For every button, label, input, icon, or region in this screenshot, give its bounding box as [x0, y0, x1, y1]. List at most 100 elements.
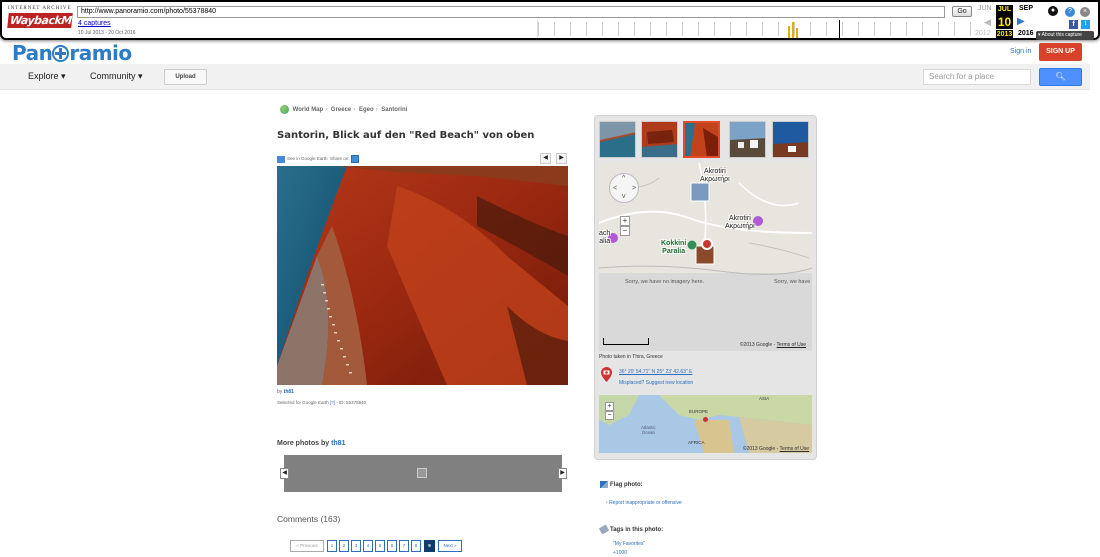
- sparkline-capture[interactable]: [792, 22, 794, 38]
- signin-link[interactable]: Sign in: [1010, 48, 1031, 55]
- more-photos-author-link[interactable]: th81: [331, 440, 345, 447]
- next-month[interactable]: SEP: [1019, 5, 1033, 12]
- search-button[interactable]: 🔍︎: [1039, 68, 1082, 86]
- sparkline-tick: [618, 22, 619, 36]
- map-no-imagery-2: Sorry, we have: [774, 279, 811, 285]
- nearby-thumb[interactable]: [599, 121, 636, 158]
- main-photo[interactable]: [277, 166, 568, 385]
- sparkline-capture[interactable]: [796, 28, 798, 38]
- more-photos-title: More photos by th81: [277, 440, 345, 447]
- breadcrumb-greece[interactable]: Greece: [331, 107, 351, 113]
- photo-id: - ID: 55378840: [335, 400, 367, 405]
- sparkline-tick: [858, 22, 859, 36]
- strip-prev-button[interactable]: ◀: [280, 468, 289, 479]
- about-capture-button[interactable]: ▾ About this capture: [1036, 31, 1094, 40]
- misplaced-link[interactable]: Misplaced? Suggest new location: [619, 380, 693, 386]
- map-zoom-out-button[interactable]: −: [620, 226, 630, 236]
- prev-year[interactable]: 2012: [975, 30, 991, 37]
- current-month: JUL: [996, 5, 1013, 15]
- pager-page[interactable]: 4: [363, 540, 373, 552]
- twitter-icon[interactable]: t: [1081, 20, 1090, 29]
- about-capture-label: About this capture: [1041, 32, 1082, 38]
- prev-month[interactable]: JUN: [978, 5, 992, 12]
- strip-next-button[interactable]: ▶: [558, 468, 567, 479]
- sparkline-tick: [666, 22, 667, 36]
- world-map[interactable]: + − ASIA EUROPE Atlantic Ocean AFRICA ©2…: [599, 395, 812, 453]
- side-panel: ^ < > v + − Akrotiri Ακρωτήρι Akrotiri Α…: [594, 115, 817, 460]
- sparkline-tick: [762, 22, 763, 36]
- tag-link[interactable]: "My Favorites": [613, 541, 645, 547]
- capture-sparkline[interactable]: [537, 20, 971, 38]
- pager-current-page: 9: [424, 540, 435, 552]
- pager-page[interactable]: 6: [387, 540, 397, 552]
- next-photo-button[interactable]: ▶: [556, 153, 567, 164]
- upload-button[interactable]: Upload: [164, 69, 207, 85]
- sparkline-tick: [714, 22, 715, 36]
- pager-page[interactable]: 8: [411, 540, 421, 552]
- world-map-zoom-in-button[interactable]: +: [605, 402, 614, 411]
- author-link[interactable]: th81: [284, 389, 294, 395]
- map-photo-pin-icon[interactable]: [701, 238, 713, 250]
- pager-page[interactable]: 3: [351, 540, 361, 552]
- nearby-thumb[interactable]: [641, 121, 678, 158]
- nav-explore[interactable]: Explore ▾: [28, 71, 66, 82]
- map-label-akrotiri: Akrotiri Ακρωτήρι: [700, 168, 730, 183]
- pager-page[interactable]: 2: [339, 540, 349, 552]
- pan-right-icon[interactable]: >: [632, 185, 636, 192]
- pan-left-icon[interactable]: <: [613, 185, 617, 192]
- sparkline-tick: [602, 22, 603, 36]
- map-label-kokkini: Kokkini Paralia: [661, 240, 687, 255]
- world-map-zoom-out-button[interactable]: −: [605, 411, 614, 420]
- map-pan-control[interactable]: ^ < > v: [609, 173, 639, 203]
- captures-link[interactable]: 4 captures: [78, 20, 111, 27]
- breadcrumb-santorini[interactable]: Santorini: [381, 107, 407, 113]
- sparkline-capture[interactable]: [788, 26, 790, 38]
- search-input[interactable]: Search for a place: [923, 69, 1031, 85]
- sparkline-tick: [826, 22, 827, 36]
- prev-photo-button[interactable]: ◀: [540, 153, 551, 164]
- tag-link[interactable]: +1000: [613, 550, 627, 556]
- prev-capture-icon[interactable]: ◀: [984, 17, 991, 28]
- pager-page[interactable]: 5: [375, 540, 385, 552]
- photo-strip[interactable]: [284, 455, 562, 492]
- map-zoom-in-button[interactable]: +: [620, 216, 630, 226]
- report-link[interactable]: › Report inappropriate or offensive: [606, 500, 682, 506]
- google-earth-link[interactable]: See in Google Earth Share on:: [277, 155, 359, 163]
- sparkline-tick: [890, 22, 891, 36]
- pager-page[interactable]: 1: [327, 540, 337, 552]
- close-icon[interactable]: ×: [1080, 7, 1090, 17]
- pager-next[interactable]: Next »: [438, 540, 462, 552]
- pan-up-icon[interactable]: ^: [622, 175, 625, 182]
- pager-page[interactable]: 7: [399, 540, 409, 552]
- world-terms-link[interactable]: Terms of Use: [780, 446, 809, 452]
- facebook-icon[interactable]: f: [1069, 20, 1078, 29]
- user-icon[interactable]: ●: [1048, 6, 1058, 16]
- wayback-url-input[interactable]: http://www.panoramio.com/photo/55378840: [77, 6, 945, 18]
- breadcrumb-world[interactable]: World Map: [293, 107, 324, 113]
- share-icon[interactable]: [350, 155, 359, 163]
- globe-icon: [280, 105, 289, 114]
- breadcrumb-egeo[interactable]: Egeo: [359, 107, 374, 113]
- nearby-thumb[interactable]: [729, 121, 766, 158]
- thumb-image: [685, 123, 718, 156]
- nearby-thumb[interactable]: [772, 121, 809, 158]
- signup-button[interactable]: SIGN UP: [1039, 43, 1082, 61]
- panoramio-logo[interactable]: Pan ramio: [12, 41, 132, 65]
- coordinates-link[interactable]: 36° 20' 54.71" N 25° 23' 42.63" E: [619, 369, 692, 375]
- map-no-imagery: Sorry, we have no imagery here.: [625, 279, 705, 285]
- next-capture-icon[interactable]: ▶: [1017, 16, 1025, 27]
- pager-previous[interactable]: « Previous: [290, 540, 324, 552]
- wayback-logo[interactable]: INTERNET ARCHIVE WaybackMachine: [7, 6, 110, 28]
- next-year[interactable]: 2016: [1018, 30, 1034, 37]
- wayback-go-button[interactable]: Go: [952, 6, 972, 17]
- wayback-toolbar: INTERNET ARCHIVE WaybackMachine http://w…: [0, 0, 1100, 40]
- thumb-image: [773, 122, 808, 157]
- photo-author: by th81: [277, 389, 294, 395]
- help-icon[interactable]: ?: [1065, 7, 1075, 17]
- sparkline-tick: [794, 22, 795, 36]
- nav-community[interactable]: Community ▾: [90, 71, 143, 82]
- map-terms-link[interactable]: Terms of Use: [777, 342, 806, 348]
- nearby-thumb-selected[interactable]: [683, 121, 720, 158]
- location-map[interactable]: ^ < > v + − Akrotiri Ακρωτήρι Akrotiri Α…: [599, 163, 812, 351]
- pan-down-icon[interactable]: v: [622, 193, 626, 200]
